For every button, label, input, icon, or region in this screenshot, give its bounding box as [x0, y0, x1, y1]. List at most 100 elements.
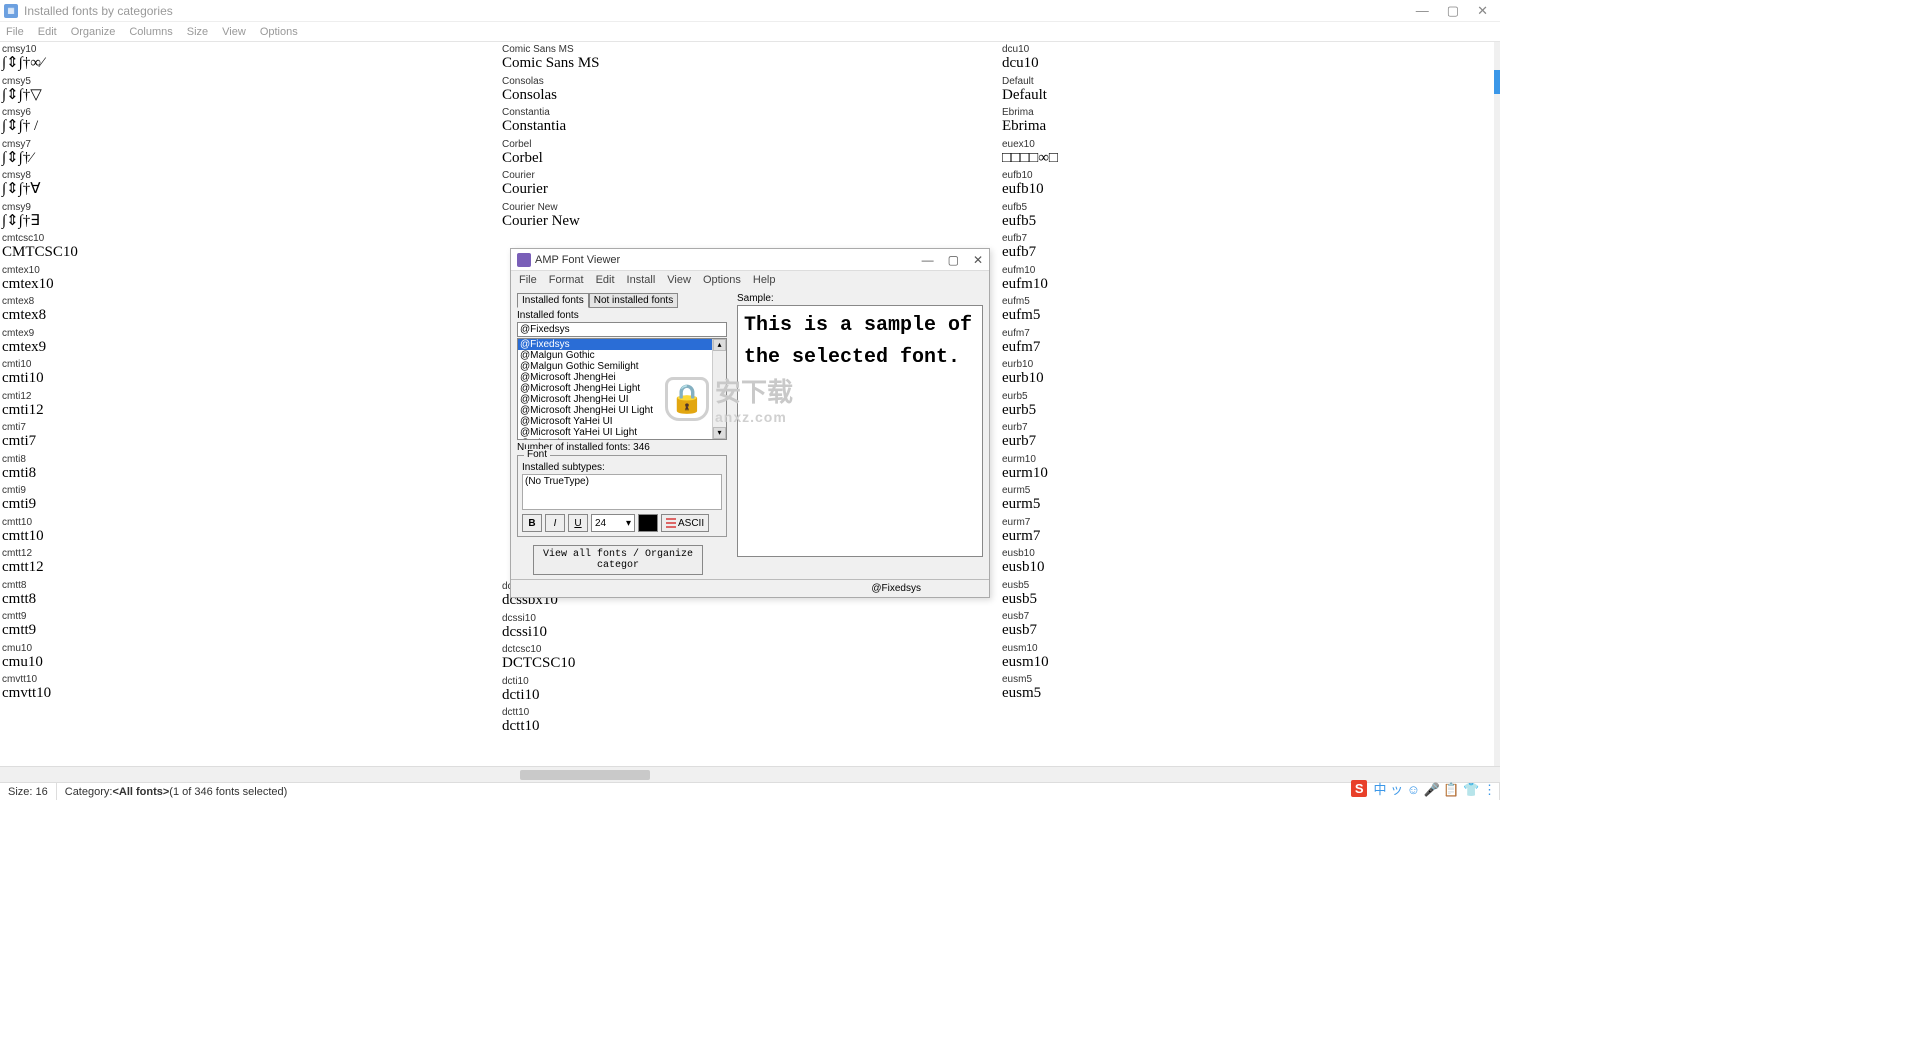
dialog-maximize-button[interactable]: ▢ [948, 253, 959, 267]
menu-organize[interactable]: Organize [71, 26, 116, 38]
bold-button[interactable]: B [522, 514, 542, 532]
font-item[interactable]: eurm5eurm5 [1002, 485, 1498, 513]
menu-size[interactable]: Size [187, 26, 208, 38]
dialog-menu-view[interactable]: View [667, 274, 691, 286]
list-item[interactable]: @Microsoft JhengHei Light [518, 383, 726, 394]
font-item[interactable]: dcti10dcti10 [502, 676, 998, 704]
font-item[interactable]: eufb10eufb10 [1002, 170, 1498, 198]
font-item[interactable]: eusm5eusm5 [1002, 674, 1498, 702]
fontsize-combo[interactable]: 24▾ [591, 514, 635, 532]
ascii-button[interactable]: ASCII [661, 514, 709, 532]
list-item[interactable]: @Microsoft JhengHei UI [518, 394, 726, 405]
font-item[interactable]: cmtt10cmtt10 [2, 517, 498, 545]
font-item[interactable]: dctt10dctt10 [502, 707, 998, 735]
dialog-menu-file[interactable]: File [519, 274, 537, 286]
dialog-menu-help[interactable]: Help [753, 274, 776, 286]
font-item[interactable]: cmsy6∫⇕∫† / [2, 107, 498, 135]
dialog-menu-format[interactable]: Format [549, 274, 584, 286]
font-item[interactable]: CorbelCorbel [502, 139, 998, 167]
menu-file[interactable]: File [6, 26, 24, 38]
underline-button[interactable]: U [568, 514, 588, 532]
tab-installed[interactable]: Installed fonts [517, 293, 589, 308]
menu-edit[interactable]: Edit [38, 26, 57, 38]
font-item[interactable]: cmtcsc10CMTCSC10 [2, 233, 498, 261]
tab-not-installed[interactable]: Not installed fonts [589, 293, 679, 308]
font-item[interactable]: cmvtt10cmvtt10 [2, 674, 498, 702]
font-item[interactable]: eufb5eufb5 [1002, 202, 1498, 230]
scroll-thumb[interactable] [520, 770, 650, 780]
tray-icons[interactable]: 中 ッ ☺ 🎤 📋 👕 ⋮ [1373, 779, 1496, 798]
font-item[interactable]: eufm10eufm10 [1002, 265, 1498, 293]
font-item[interactable]: cmsy10∫⇕∫†∞⁄ [2, 44, 498, 72]
menu-columns[interactable]: Columns [129, 26, 172, 38]
font-item[interactable]: eufm7eufm7 [1002, 328, 1498, 356]
font-item[interactable]: cmsy9∫⇕∫†∃ [2, 202, 498, 230]
menu-options[interactable]: Options [260, 26, 298, 38]
font-item[interactable]: cmtt12cmtt12 [2, 548, 498, 576]
font-item[interactable]: cmtex9cmtex9 [2, 328, 498, 356]
font-item[interactable]: cmtt9cmtt9 [2, 611, 498, 639]
font-item[interactable]: eurm7eurm7 [1002, 517, 1498, 545]
list-item[interactable]: @Microsoft JhengHei [518, 372, 726, 383]
list-item[interactable]: @Fixedsys [518, 339, 726, 350]
installed-fonts-listbox[interactable]: @Fixedsys@Malgun Gothic@Malgun Gothic Se… [517, 338, 727, 440]
scroll-down-button[interactable]: ▾ [713, 427, 726, 439]
font-item[interactable]: cmti9cmti9 [2, 485, 498, 513]
dialog-menu-edit[interactable]: Edit [596, 274, 615, 286]
font-item[interactable]: eurb5eurb5 [1002, 391, 1498, 419]
menu-view[interactable]: View [222, 26, 246, 38]
dialog-menu-options[interactable]: Options [703, 274, 741, 286]
font-item[interactable]: cmtex10cmtex10 [2, 265, 498, 293]
selected-font-field[interactable]: @Fixedsys [517, 322, 727, 337]
font-item[interactable]: ConstantiaConstantia [502, 107, 998, 135]
font-item[interactable]: cmti12cmti12 [2, 391, 498, 419]
font-item[interactable]: Courier NewCourier New [502, 202, 998, 230]
color-swatch[interactable] [638, 514, 658, 532]
font-item[interactable]: dcu10dcu10 [1002, 44, 1498, 72]
font-item[interactable]: eurb7eurb7 [1002, 422, 1498, 450]
font-item[interactable]: eusb5eusb5 [1002, 580, 1498, 608]
scroll-up-button[interactable]: ▴ [713, 339, 726, 351]
view-all-fonts-button[interactable]: View all fonts / Organize categor [533, 545, 703, 575]
font-item[interactable]: cmtt8cmtt8 [2, 580, 498, 608]
dialog-minimize-button[interactable]: — [922, 253, 934, 267]
font-item[interactable]: cmti8cmti8 [2, 454, 498, 482]
dialog-menu-install[interactable]: Install [627, 274, 656, 286]
font-item[interactable]: cmti7cmti7 [2, 422, 498, 450]
font-item[interactable]: Comic Sans MSComic Sans MS [502, 44, 998, 72]
font-item[interactable]: eurm10eurm10 [1002, 454, 1498, 482]
maximize-button[interactable]: ▢ [1447, 3, 1459, 19]
font-item[interactable]: cmsy7∫⇕∫†⁄ [2, 139, 498, 167]
list-item[interactable]: @Malgun Gothic Semilight [518, 361, 726, 372]
font-item[interactable]: euex10□□□□∞□ [1002, 139, 1498, 167]
font-item[interactable]: eusm10eusm10 [1002, 643, 1498, 671]
font-item[interactable]: CourierCourier [502, 170, 998, 198]
font-item[interactable]: ConsolasConsolas [502, 76, 998, 104]
dialog-titlebar[interactable]: AMP Font Viewer — ▢ ✕ [511, 249, 989, 271]
list-item[interactable]: @Microsoft JhengHei UI Light [518, 405, 726, 416]
dialog-close-button[interactable]: ✕ [973, 253, 983, 267]
close-button[interactable]: ✕ [1477, 3, 1488, 19]
font-item[interactable]: cmsy8∫⇕∫†∀ [2, 170, 498, 198]
list-item[interactable]: @Malgun Gothic [518, 350, 726, 361]
font-item[interactable]: eufm5eufm5 [1002, 296, 1498, 324]
font-item[interactable]: eusb10eusb10 [1002, 548, 1498, 576]
ime-icon[interactable]: S [1351, 780, 1368, 797]
font-item[interactable]: DefaultDefault [1002, 76, 1498, 104]
italic-button[interactable]: I [545, 514, 565, 532]
list-item[interactable]: @MingLiU_HKSCS-ExtB [518, 438, 726, 440]
font-item[interactable]: dcssi10dcssi10 [502, 613, 998, 641]
font-item[interactable]: eurb10eurb10 [1002, 359, 1498, 387]
font-item[interactable]: eufb7eufb7 [1002, 233, 1498, 261]
font-item[interactable]: dctcsc10DCTCSC10 [502, 644, 998, 672]
font-item[interactable]: cmsy5∫⇕∫†▽ [2, 76, 498, 104]
font-item[interactable]: cmti10cmti10 [2, 359, 498, 387]
horizontal-scrollbar[interactable] [0, 766, 1500, 782]
font-item[interactable]: EbrimaEbrima [1002, 107, 1498, 135]
font-item[interactable]: cmu10cmu10 [2, 643, 498, 671]
font-item[interactable]: cmtex8cmtex8 [2, 296, 498, 324]
list-item[interactable]: @Microsoft YaHei UI Light [518, 427, 726, 438]
vertical-scrollbar[interactable] [1494, 42, 1500, 766]
listbox-scrollbar[interactable]: ▴ ▾ [712, 339, 726, 439]
minimize-button[interactable]: — [1416, 3, 1429, 19]
